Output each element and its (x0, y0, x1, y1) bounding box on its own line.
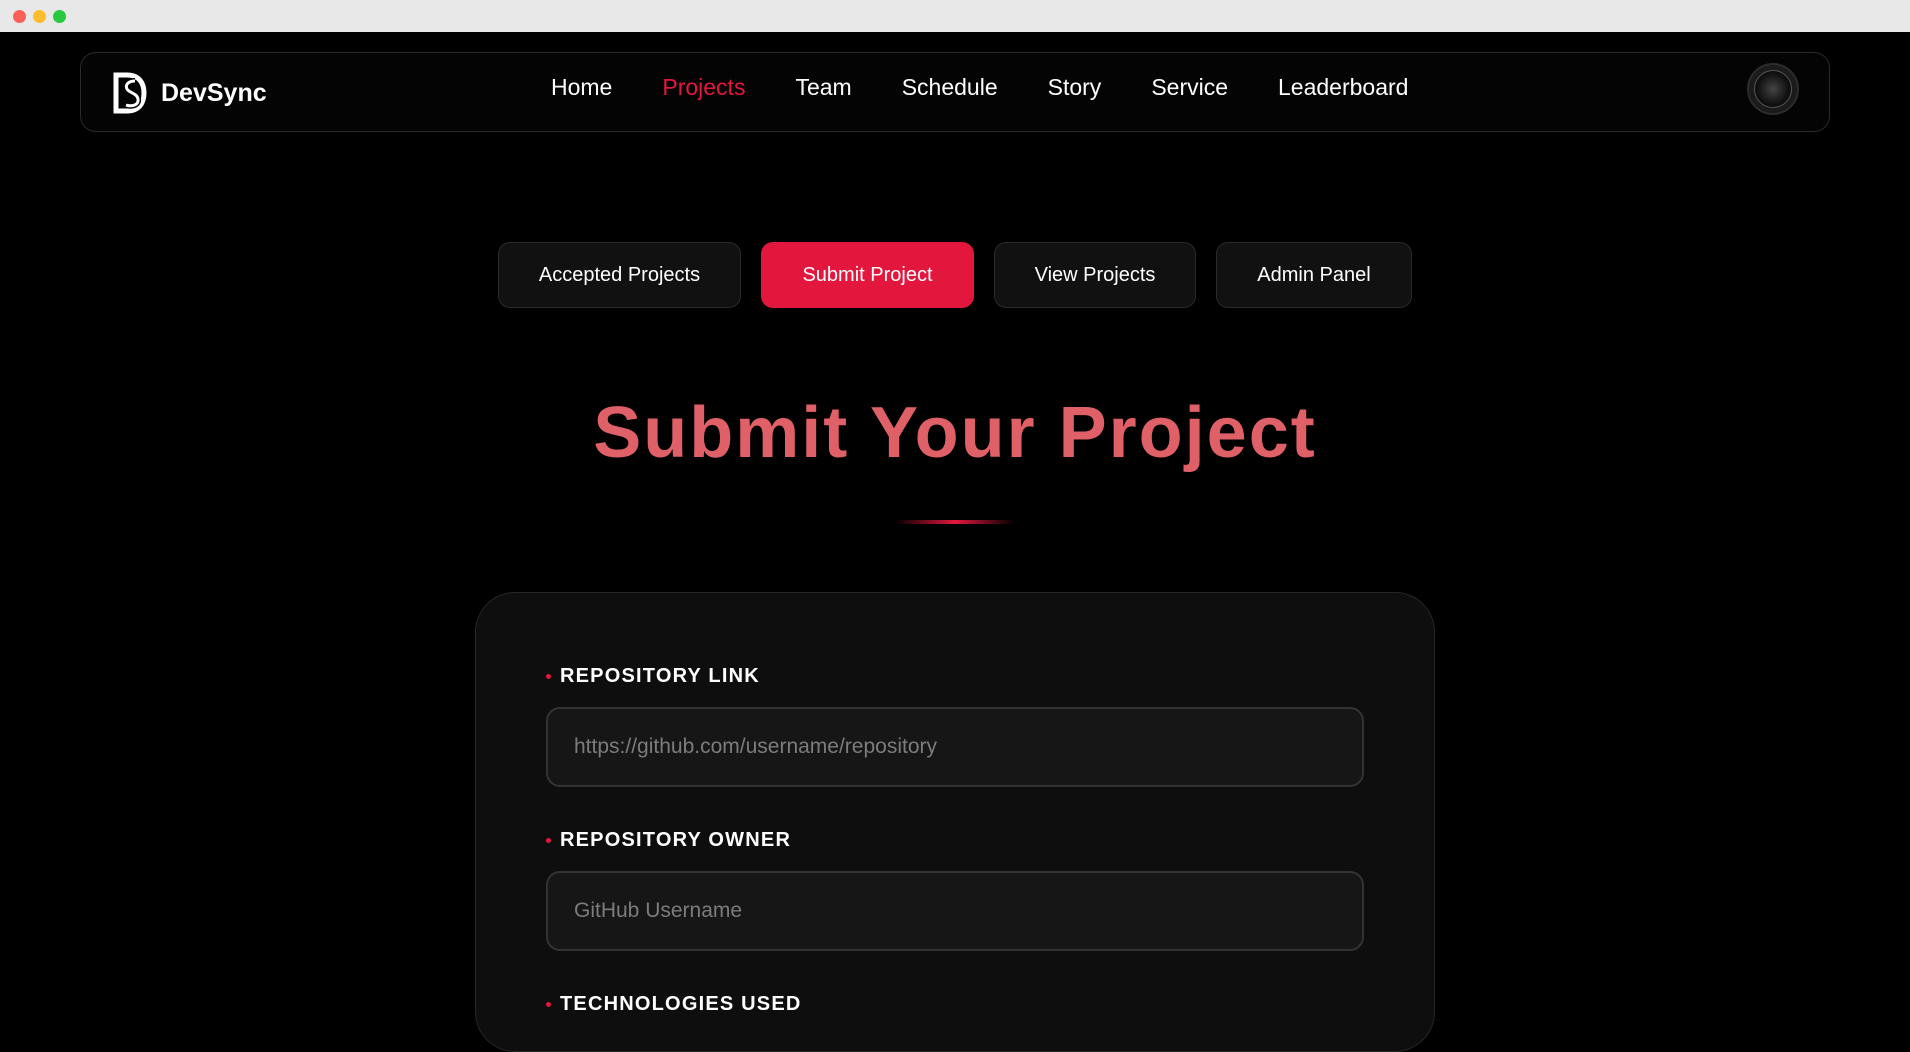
nav-link-service[interactable]: Service (1151, 69, 1228, 105)
tab-view-projects[interactable]: View Projects (994, 242, 1196, 308)
tab-admin-panel[interactable]: Admin Panel (1216, 242, 1412, 308)
tab-accepted-projects[interactable]: Accepted Projects (498, 242, 741, 308)
title-divider (895, 520, 1015, 524)
avatar-image (1754, 70, 1792, 108)
close-window-button[interactable] (13, 10, 26, 23)
required-dot-icon (546, 1002, 551, 1007)
field-label-repository-owner: REPOSITORY OWNER (546, 829, 791, 852)
field-label-technologies-used: TECHNOLOGIES USED (546, 993, 802, 1016)
tab-submit-project[interactable]: Submit Project (761, 242, 974, 308)
technologies-used-label: TECHNOLOGIES USED (560, 993, 802, 1015)
user-avatar[interactable] (1747, 63, 1799, 115)
page: DevSync Home Projects Team Schedule Stor… (0, 32, 1910, 1052)
submit-form-card: REPOSITORY LINK REPOSITORY OWNER TECHNOL… (475, 592, 1435, 1052)
required-dot-icon (546, 674, 551, 679)
field-label-repository-link: REPOSITORY LINK (546, 665, 760, 688)
nav-link-leaderboard[interactable]: Leaderboard (1278, 69, 1408, 105)
brand-name: DevSync (161, 78, 267, 107)
repository-link-input[interactable] (546, 707, 1364, 787)
brand[interactable]: DevSync (113, 71, 267, 115)
nav-link-home[interactable]: Home (551, 69, 612, 105)
nav-link-story[interactable]: Story (1048, 69, 1102, 105)
navbar: DevSync Home Projects Team Schedule Stor… (80, 52, 1830, 132)
nav-link-team[interactable]: Team (795, 69, 851, 105)
repository-owner-input[interactable] (546, 871, 1364, 951)
maximize-window-button[interactable] (53, 10, 66, 23)
repository-link-label: REPOSITORY LINK (560, 665, 760, 687)
required-dot-icon (546, 838, 551, 843)
page-title: Submit Your Project (593, 393, 1317, 473)
ds-logo-icon (113, 72, 147, 114)
nav-link-projects[interactable]: Projects (662, 69, 745, 105)
minimize-window-button[interactable] (33, 10, 46, 23)
repository-owner-label: REPOSITORY OWNER (560, 829, 792, 851)
nav-links: Home Projects Team Schedule Story Servic… (551, 69, 1458, 105)
window-titlebar (0, 0, 1910, 32)
nav-link-schedule[interactable]: Schedule (902, 69, 998, 105)
